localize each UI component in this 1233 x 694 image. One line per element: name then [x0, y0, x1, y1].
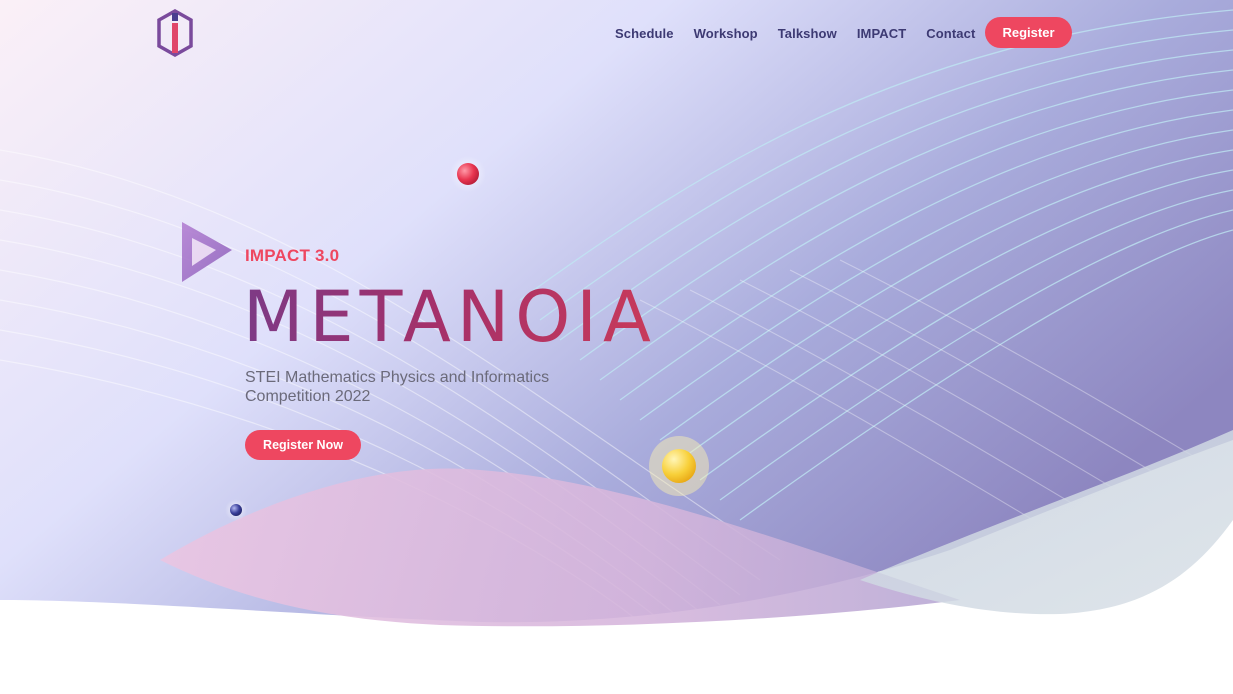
nav-link-impact[interactable]: IMPACT [857, 26, 906, 41]
nav-link-schedule[interactable]: Schedule [615, 26, 674, 41]
event-subtitle: IMPACT 3.0 [245, 246, 340, 265]
play-triangle-icon [182, 222, 232, 282]
nav-link-talkshow[interactable]: Talkshow [778, 26, 837, 41]
event-description: STEI Mathematics Physics and Informatics… [245, 369, 550, 405]
nav-link-workshop[interactable]: Workshop [694, 26, 758, 41]
register-now-button[interactable]: Register Now [245, 430, 361, 460]
register-button[interactable]: Register [985, 17, 1072, 48]
event-title: METANOIA [243, 276, 657, 358]
nav-links: Schedule Workshop Talkshow IMPACT Contac… [615, 17, 995, 49]
nav-link-contact[interactable]: Contact [926, 26, 975, 41]
top-navigation: Schedule Workshop Talkshow IMPACT Contac… [0, 9, 1233, 57]
impact-logo-icon[interactable] [156, 9, 194, 57]
